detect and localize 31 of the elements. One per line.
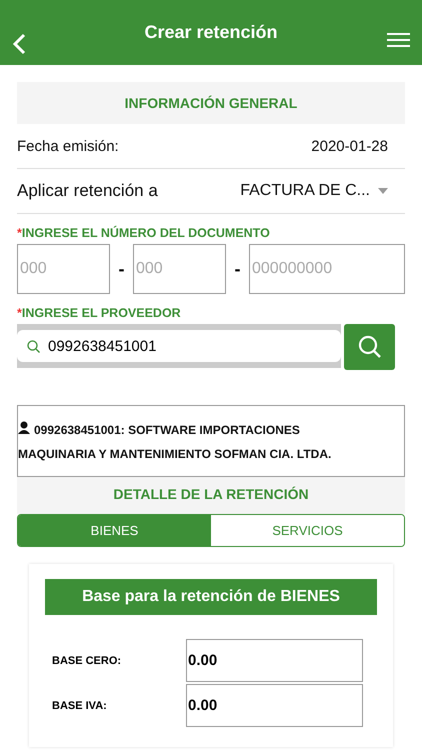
input-field[interactable]: 000 (133, 244, 226, 294)
field-label: *INGRESE EL NÚMERO DEL DOCUMENTO (17, 226, 271, 240)
field-label: BASE IVA: (51, 700, 108, 712)
search-field[interactable]: 0992638451001 (17, 330, 341, 362)
search-button[interactable] (344, 324, 395, 370)
input-field[interactable]: 000000000 (249, 244, 405, 294)
back-icon (12, 33, 26, 55)
back-button[interactable] (12, 33, 26, 55)
field-label: *INGRESE EL PROVEEDOR (17, 306, 182, 320)
caret-icon (378, 188, 388, 194)
provider-result: 0992638451001: SOFTWARE IMPORTACIONES MAQUINARIA Y MANTENIMIENTO SOFMAN CIA. LTDA. (17, 405, 405, 477)
tab[interactable]: BIENES (18, 515, 211, 546)
section-title: DETALLE DE LA RETENCIÓN (17, 477, 405, 514)
field-label: BASE CERO: (51, 654, 122, 666)
menu-button[interactable] (387, 33, 410, 47)
date-value: 2020-01-28 (311, 138, 388, 154)
field-label: Aplicar retención a (17, 181, 158, 201)
separator: - (234, 258, 241, 280)
separator: - (118, 258, 125, 280)
card-title: Base para la retención de BIENES (45, 579, 377, 615)
input-field[interactable]: 0.00 (186, 639, 363, 682)
section-title: INFORMACIÓN GENERAL (17, 82, 405, 124)
screen-title: Crear retención (144, 22, 278, 43)
document-type-select[interactable]: FACTURA DE C... (240, 182, 388, 200)
field-label: Fecha emisión: (17, 138, 119, 154)
search-icon (27, 340, 40, 353)
input-field[interactable]: 0.00 (186, 684, 363, 727)
search-icon (358, 335, 382, 359)
menu-icon (387, 33, 410, 47)
input-field[interactable]: 000 (17, 244, 110, 294)
person-icon (18, 421, 30, 434)
